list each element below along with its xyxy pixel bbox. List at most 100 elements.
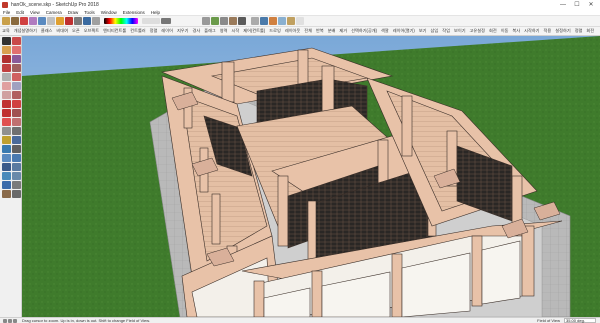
eraser-icon[interactable] [12,46,21,54]
xray-icon[interactable] [251,17,259,25]
3d-viewport[interactable] [22,36,600,317]
plugin-item[interactable]: 작업 [442,28,450,34]
plugin-item[interactable]: 레이어 [161,28,173,34]
arc-icon[interactable] [2,82,11,90]
rotate-tool-icon[interactable] [65,17,73,25]
plugin-item[interactable]: 시작하기 [524,28,539,34]
rectangle-icon[interactable] [2,64,11,72]
pan-icon[interactable] [12,154,21,162]
minimize-button[interactable]: — [556,0,570,9]
walk-icon[interactable] [2,190,11,198]
arc-tool-icon[interactable] [29,17,37,25]
hidden-line-icon[interactable] [296,17,304,25]
help-icon[interactable] [13,318,17,323]
color-picker-icon[interactable] [104,18,138,24]
plugin-item[interactable]: 보이기 [454,28,466,34]
scale-tool-icon[interactable] [74,17,82,25]
plugin-item[interactable]: 복사 [512,28,520,34]
plugin-item[interactable]: 색깔 [381,28,389,34]
zoom-extents-icon[interactable] [2,172,11,180]
credits-icon[interactable] [8,318,12,323]
zoom-icon[interactable] [2,163,11,171]
axes-icon[interactable] [2,145,11,153]
plugin-item[interactable]: 선택하기(공개) [351,28,377,34]
plugin-item[interactable]: 비대여 [56,28,68,34]
plugin-item[interactable]: 오브젝트 [84,28,99,34]
back-view-icon[interactable] [238,17,246,25]
plugin-item[interactable]: 전체 [304,28,312,34]
plugin-item[interactable]: 제어(컨트롤) [243,28,265,34]
plugin-item[interactable]: 정렬 [575,28,583,34]
look-around-icon[interactable] [12,181,21,189]
select-tool-icon[interactable] [2,17,10,25]
pushpull-icon[interactable] [12,100,21,108]
menu-view[interactable]: View [30,10,40,15]
plugin-item[interactable]: 드로잉 [269,28,281,34]
arc-3pt-icon[interactable] [12,91,21,99]
plugin-item[interactable]: 회전 [586,28,594,34]
plugin-item[interactable]: 오픈 [72,28,80,34]
dimension-icon[interactable] [12,127,21,135]
rotated-rectangle-icon[interactable] [12,64,21,72]
plugin-item[interactable]: 레이어(열기) [393,28,415,34]
line-tool-icon[interactable] [20,17,28,25]
plugin-item[interactable]: 설정하기 [555,28,570,34]
menu-file[interactable]: File [3,10,10,15]
followme-icon[interactable] [12,109,21,117]
paint-bucket-icon[interactable] [2,46,11,54]
menu-draw[interactable]: Draw [68,10,79,15]
front-view-icon[interactable] [220,17,228,25]
plugin-item[interactable]: 플래그 [204,28,216,34]
tape-measure-icon[interactable] [92,17,100,25]
plugin-item[interactable]: 경사 [193,28,201,34]
menu-window[interactable]: Window [101,10,117,15]
plugin-item[interactable]: 개념설명하기 [14,28,37,34]
measurements-box[interactable]: 35.00 deg. [564,318,596,323]
monochrome-icon[interactable] [287,17,295,25]
move-tool-icon[interactable] [56,17,64,25]
plugin-item[interactable]: 지우기 [177,28,189,34]
orbit-icon[interactable] [2,154,11,162]
plugin-item[interactable]: 영역 [220,28,228,34]
menu-help[interactable]: Help [151,10,160,15]
text-icon[interactable] [12,136,21,144]
pie-icon[interactable] [12,82,21,90]
color-value-field[interactable] [142,18,160,24]
plugin-item[interactable]: 컨트롤러 [130,28,145,34]
plugin-item[interactable]: 반복 [316,28,324,34]
textured-icon[interactable] [278,17,286,25]
rectangle-tool-icon[interactable] [38,17,46,25]
polygon-icon[interactable] [12,73,21,81]
scale-icon[interactable] [2,118,11,126]
iso-view-icon[interactable] [202,17,210,25]
rotate-icon[interactable] [2,109,11,117]
pushpull-tool-icon[interactable] [47,17,55,25]
menu-extensions[interactable]: Extensions [123,10,145,15]
close-button[interactable]: ✕ [584,0,598,9]
plugin-item[interactable]: 레이아웃 [285,28,300,34]
position-camera-icon[interactable] [2,181,11,189]
shaded-icon[interactable] [269,17,277,25]
plugin-item[interactable]: 클래스 [41,28,53,34]
menu-tools[interactable]: Tools [84,10,95,15]
freehand-icon[interactable] [12,55,21,63]
geo-location-icon[interactable] [3,318,7,323]
plugin-item[interactable]: 시작 [232,28,240,34]
plugin-item[interactable]: 교육 [2,28,10,34]
circle-icon[interactable] [2,73,11,81]
make-component-icon[interactable] [12,37,21,45]
plugin-item[interactable]: 분배 [328,28,336,34]
plugin-item[interactable]: 고유설정 [470,28,485,34]
3d-text-icon[interactable] [12,145,21,153]
offset-tool-icon[interactable] [83,17,91,25]
plugin-item[interactable]: 엔티티컨트롤 [103,28,126,34]
arc-2pt-icon[interactable] [2,91,11,99]
eraser-tool-icon[interactable] [11,17,19,25]
swatch-icon[interactable] [161,18,171,24]
zoom-window-icon[interactable] [12,163,21,171]
select-arrow-icon[interactable] [2,37,11,45]
maximize-button[interactable]: ☐ [570,0,584,9]
tape-icon[interactable] [2,127,11,135]
pencil-icon[interactable] [2,55,11,63]
top-view-icon[interactable] [211,17,219,25]
